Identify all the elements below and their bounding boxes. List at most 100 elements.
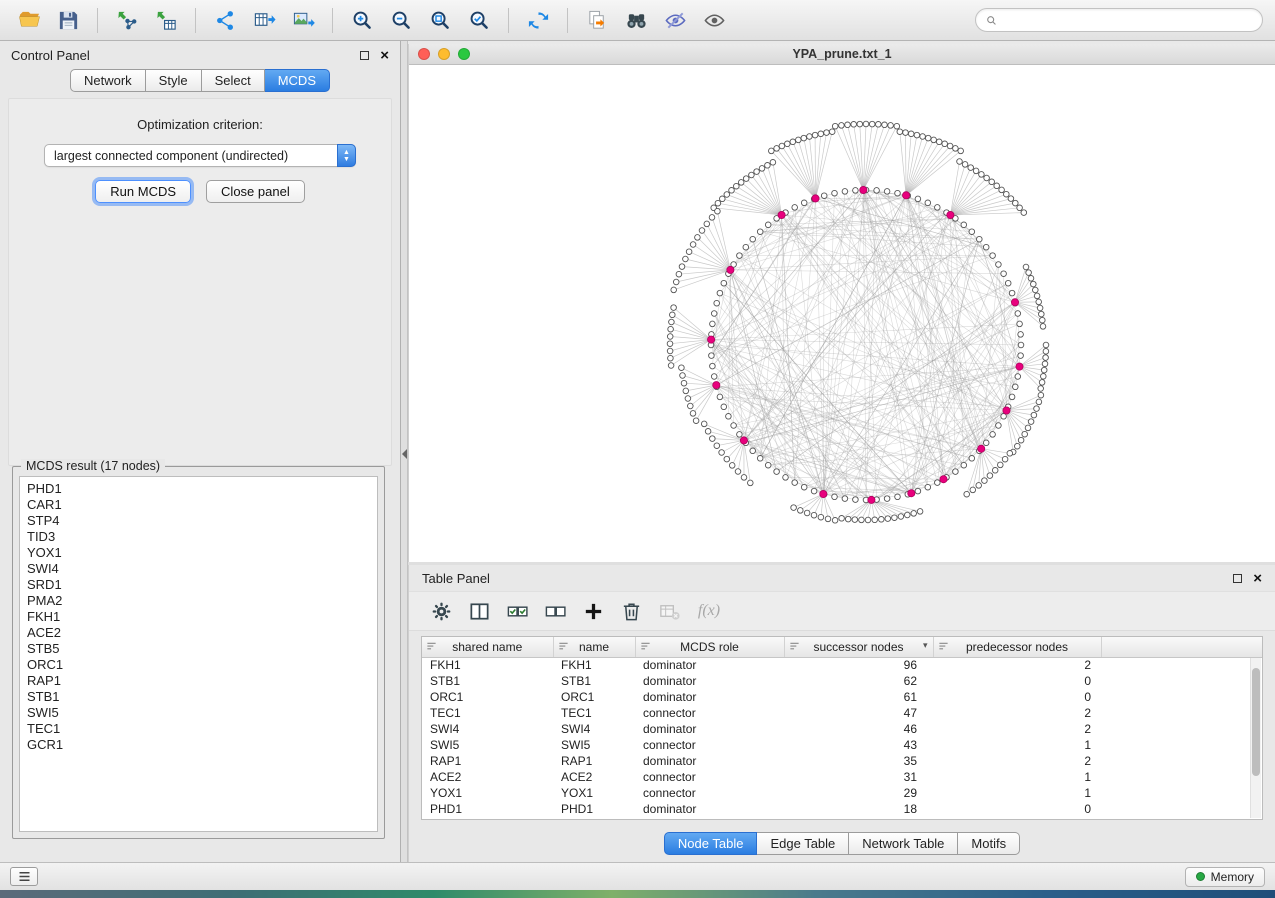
table-cell[interactable]: FKH1 [553, 657, 635, 673]
collapse-panel-icon[interactable] [402, 449, 407, 459]
table-cell[interactable]: TEC1 [422, 705, 553, 721]
mcds-result-item[interactable]: SWI5 [27, 705, 370, 721]
scrollbar-thumb[interactable] [1252, 668, 1260, 776]
tab-node-table[interactable]: Node Table [664, 832, 758, 855]
import-network-button[interactable] [110, 5, 144, 35]
table-cell[interactable]: 1 [933, 737, 1101, 753]
mcds-result-item[interactable]: PMA2 [27, 593, 370, 609]
settings-gear-button[interactable] [425, 596, 457, 626]
mcds-result-item[interactable]: TEC1 [27, 721, 370, 737]
float-table-panel-icon[interactable] [1233, 574, 1242, 583]
table-cell[interactable]: 62 [784, 673, 933, 689]
table-cell[interactable]: dominator [635, 721, 784, 737]
table-cell[interactable]: 31 [784, 769, 933, 785]
mcds-result-item[interactable]: RAP1 [27, 673, 370, 689]
show-column-button[interactable] [463, 596, 495, 626]
table-cell[interactable]: SWI4 [422, 721, 553, 737]
table-row[interactable]: ACE2ACE2connector311 [422, 769, 1262, 785]
import-disabled-button[interactable] [653, 596, 685, 626]
table-cell[interactable]: 2 [933, 705, 1101, 721]
function-builder-button[interactable]: f(x) [691, 596, 723, 626]
table-row[interactable]: PHD1PHD1dominator180 [422, 801, 1262, 817]
tab-style[interactable]: Style [146, 69, 202, 92]
tab-mcds[interactable]: MCDS [265, 69, 330, 92]
table-cell[interactable]: 2 [933, 753, 1101, 769]
column-header-predecessor-nodes[interactable]: predecessor nodes [933, 637, 1101, 657]
table-cell[interactable]: dominator [635, 801, 784, 817]
table-cell[interactable]: STB1 [422, 673, 553, 689]
network-window-titlebar[interactable]: YPA_prune.txt_1 [409, 44, 1275, 65]
mcds-result-item[interactable]: ACE2 [27, 625, 370, 641]
table-cell[interactable]: SWI4 [553, 721, 635, 737]
search-network-button[interactable] [619, 5, 653, 35]
column-header-mcds-role[interactable]: MCDS role [635, 637, 784, 657]
mcds-result-item[interactable]: STP4 [27, 513, 370, 529]
mcds-result-item[interactable]: STB1 [27, 689, 370, 705]
run-mcds-button[interactable]: Run MCDS [95, 180, 191, 203]
table-cell[interactable]: 96 [784, 657, 933, 673]
network-canvas[interactable] [409, 65, 1275, 562]
table-cell[interactable]: 1 [933, 785, 1101, 801]
table-cell[interactable]: RAP1 [422, 753, 553, 769]
table-cell[interactable]: 29 [784, 785, 933, 801]
table-cell[interactable]: 18 [784, 801, 933, 817]
table-cell[interactable]: TEC1 [553, 705, 635, 721]
mcds-result-item[interactable]: YOX1 [27, 545, 370, 561]
deselect-all-button[interactable] [539, 596, 571, 626]
column-header-successor-nodes[interactable]: successor nodes▾ [784, 637, 933, 657]
table-row[interactable]: ORC1ORC1dominator610 [422, 689, 1262, 705]
table-row[interactable]: STB1STB1dominator620 [422, 673, 1262, 689]
tab-network-table[interactable]: Network Table [849, 832, 958, 855]
table-cell[interactable]: YOX1 [422, 785, 553, 801]
refresh-network-button[interactable] [521, 5, 555, 35]
table-cell[interactable]: 0 [933, 801, 1101, 817]
delete-column-button[interactable] [615, 596, 647, 626]
mcds-result-list[interactable]: PHD1CAR1STP4TID3YOX1SWI4SRD1PMA2FKH1ACE2… [19, 476, 378, 832]
table-row[interactable]: SWI4SWI4dominator462 [422, 721, 1262, 737]
table-cell[interactable]: 43 [784, 737, 933, 753]
table-cell[interactable]: ORC1 [553, 689, 635, 705]
mcds-result-item[interactable]: ORC1 [27, 657, 370, 673]
table-cell[interactable]: ORC1 [422, 689, 553, 705]
float-panel-icon[interactable] [360, 51, 369, 60]
table-cell[interactable]: PHD1 [422, 801, 553, 817]
tab-edge-table[interactable]: Edge Table [757, 832, 849, 855]
select-all-button[interactable] [501, 596, 533, 626]
zoom-out-button[interactable] [384, 5, 418, 35]
table-cell[interactable]: 1 [933, 769, 1101, 785]
hide-details-button[interactable] [658, 5, 692, 35]
table-cell[interactable]: STB1 [553, 673, 635, 689]
zoom-fit-button[interactable] [423, 5, 457, 35]
table-cell[interactable]: YOX1 [553, 785, 635, 801]
close-window-icon[interactable] [418, 48, 430, 60]
table-cell[interactable]: ACE2 [553, 769, 635, 785]
close-panel-button[interactable]: Close panel [206, 180, 305, 203]
show-details-button[interactable] [697, 5, 731, 35]
table-cell[interactable]: FKH1 [422, 657, 553, 673]
table-cell[interactable]: connector [635, 705, 784, 721]
mcds-result-item[interactable]: TID3 [27, 529, 370, 545]
zoom-selected-button[interactable] [462, 5, 496, 35]
export-image-button[interactable] [286, 5, 320, 35]
search-input[interactable] [1004, 13, 1253, 28]
minimize-window-icon[interactable] [438, 48, 450, 60]
mcds-result-item[interactable]: FKH1 [27, 609, 370, 625]
table-cell[interactable]: ACE2 [422, 769, 553, 785]
table-cell[interactable]: 2 [933, 721, 1101, 737]
import-table-button[interactable] [149, 5, 183, 35]
table-row[interactable]: SWI5SWI5connector431 [422, 737, 1262, 753]
table-cell[interactable]: 0 [933, 689, 1101, 705]
clone-network-button[interactable] [580, 5, 614, 35]
mcds-result-item[interactable]: SRD1 [27, 577, 370, 593]
open-session-button[interactable] [12, 5, 46, 35]
table-cell[interactable]: 0 [933, 673, 1101, 689]
table-cell[interactable]: connector [635, 769, 784, 785]
optimization-criterion-select[interactable]: largest connected component (undirected)… [44, 144, 356, 167]
table-cell[interactable]: dominator [635, 657, 784, 673]
table-cell[interactable]: SWI5 [553, 737, 635, 753]
zoom-in-button[interactable] [345, 5, 379, 35]
close-table-panel-icon[interactable]: × [1253, 571, 1262, 586]
table-cell[interactable]: 61 [784, 689, 933, 705]
table-cell[interactable]: RAP1 [553, 753, 635, 769]
table-cell[interactable]: connector [635, 737, 784, 753]
